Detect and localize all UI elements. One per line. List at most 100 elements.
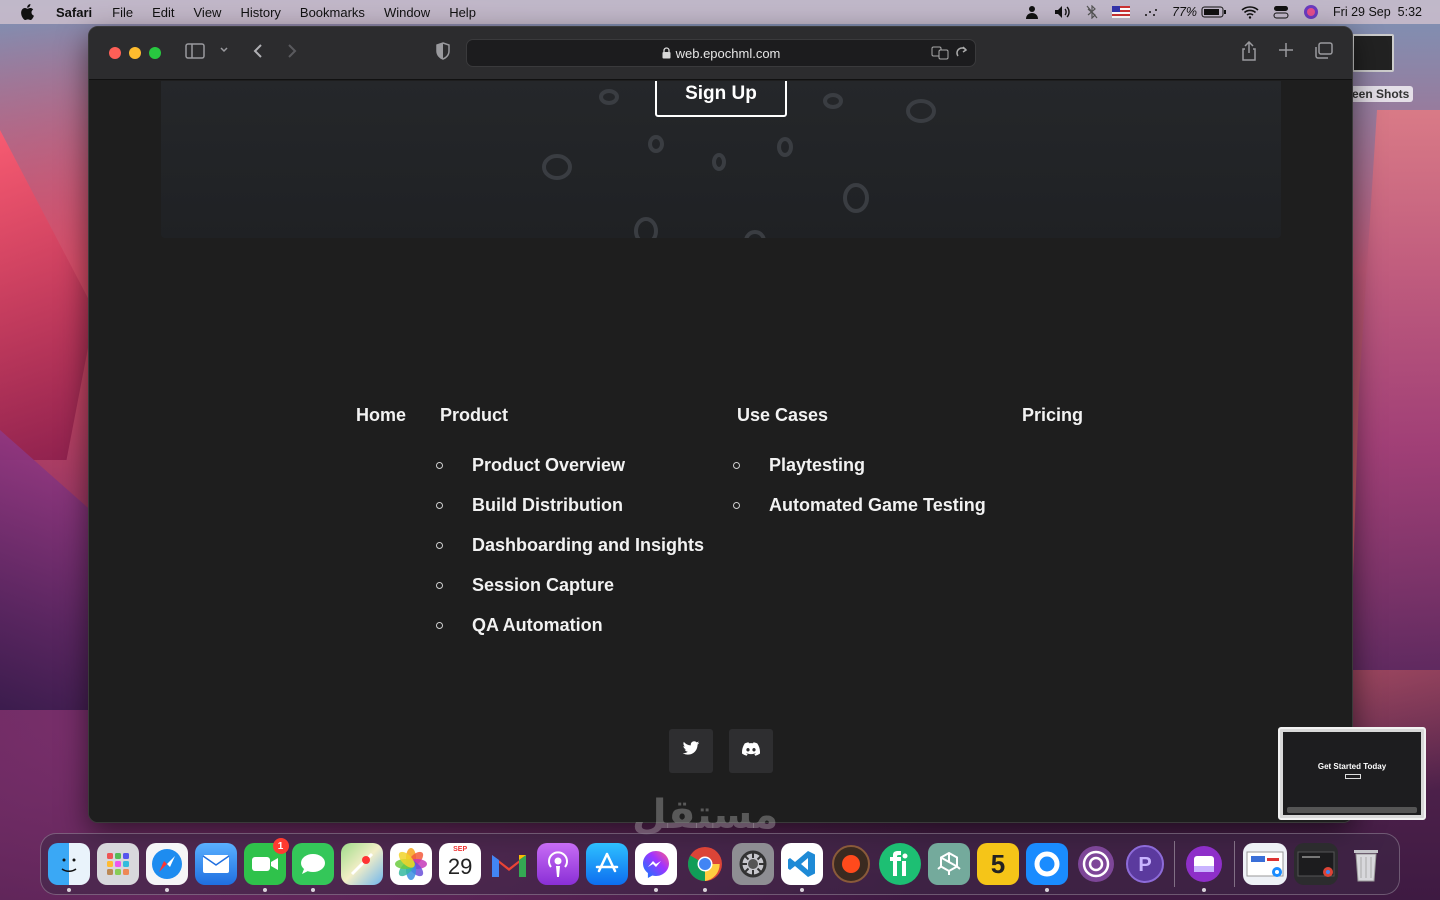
photos-icon[interactable] <box>390 843 433 885</box>
nav-session-capture-link[interactable]: Session Capture <box>472 575 614 596</box>
record-icon[interactable] <box>830 843 872 885</box>
volume-icon[interactable] <box>1054 5 1072 19</box>
share-icon[interactable] <box>1241 41 1257 61</box>
preview-dock-shape <box>1287 807 1417 813</box>
menu-help[interactable]: Help <box>449 5 476 20</box>
menu-app-name[interactable]: Safari <box>56 5 92 20</box>
chrome-icon[interactable] <box>684 843 726 892</box>
list-item: Build Distribution <box>436 485 704 525</box>
privacy-shield-icon[interactable] <box>435 42 451 60</box>
nav-dashboarding-link[interactable]: Dashboarding and Insights <box>472 535 704 556</box>
dock-separator <box>1174 841 1176 887</box>
nav-playtesting-link[interactable]: Playtesting <box>769 455 865 476</box>
menu-window[interactable]: Window <box>384 5 430 20</box>
nav-product-overview-link[interactable]: Product Overview <box>472 455 625 476</box>
menu-view[interactable]: View <box>194 5 222 20</box>
screen-app-icon[interactable] <box>1183 843 1225 892</box>
nav-col-use-cases: Use Cases Playtesting Automated Game Tes… <box>733 405 986 525</box>
messages-icon[interactable] <box>292 843 335 892</box>
minimize-window-button[interactable] <box>129 47 141 59</box>
reload-icon[interactable] <box>955 45 969 64</box>
sidebar-toggle-icon[interactable] <box>185 42 207 60</box>
list-item: QA Automation <box>436 605 704 645</box>
menu-file[interactable]: File <box>112 5 133 20</box>
apple-menu-icon[interactable] <box>20 3 38 21</box>
finder-icon[interactable] <box>48 843 90 892</box>
nav-product-heading[interactable]: Product <box>440 405 704 426</box>
twitter-button[interactable] <box>669 729 713 773</box>
bluetooth-off-icon[interactable] <box>1086 5 1098 19</box>
menu-history[interactable]: History <box>240 5 280 20</box>
bullet-icon <box>436 621 443 629</box>
menu-bar: Safari File Edit View History Bookmarks … <box>0 0 1440 24</box>
chatgpt-icon[interactable] <box>928 843 971 885</box>
sign-up-button[interactable]: Sign Up <box>655 81 787 117</box>
tab-overview-icon[interactable] <box>1314 42 1334 60</box>
downloads-stack-icon[interactable] <box>1243 843 1288 885</box>
user-icon[interactable] <box>1024 4 1040 20</box>
fiverr-icon[interactable] <box>879 843 922 885</box>
dots-icon[interactable] <box>1144 7 1158 17</box>
quick-app-icon[interactable] <box>1025 843 1068 892</box>
maps-icon[interactable] <box>341 843 384 885</box>
control-center-icon[interactable] <box>1273 5 1289 19</box>
nav-automated-game-testing-link[interactable]: Automated Game Testing <box>769 495 986 516</box>
url-text[interactable]: web.epochml.com <box>676 46 781 61</box>
desktop-screenshot-thumbnail[interactable] <box>1352 34 1394 72</box>
safari-app-icon[interactable] <box>145 843 188 892</box>
nav-qa-automation-link[interactable]: QA Automation <box>472 615 603 636</box>
close-window-button[interactable] <box>109 47 121 59</box>
wallpaper-mountain-left-lower <box>0 430 95 710</box>
launchpad-icon[interactable] <box>96 843 139 885</box>
podcasts-icon[interactable] <box>536 843 579 885</box>
bullet-icon <box>436 581 443 589</box>
nav-build-distribution-link[interactable]: Build Distribution <box>472 495 623 516</box>
tor-icon[interactable] <box>1075 843 1117 885</box>
list-item: Playtesting <box>733 445 986 485</box>
gmail-icon[interactable] <box>488 843 530 885</box>
discord-button[interactable] <box>729 729 773 773</box>
battery-percent: 77% <box>1172 5 1198 19</box>
vscode-icon[interactable] <box>781 843 824 892</box>
facetime-icon[interactable]: 1 <box>243 838 289 892</box>
window-stack-icon[interactable] <box>1294 843 1339 885</box>
us-flag-icon[interactable] <box>1112 6 1131 18</box>
calendar-icon[interactable]: SEP 29 <box>439 843 482 885</box>
discord-icon <box>742 741 761 761</box>
bullet-icon <box>733 461 740 469</box>
forward-icon[interactable] <box>285 42 299 60</box>
trash-icon[interactable] <box>1345 843 1387 885</box>
menu-bookmarks[interactable]: Bookmarks <box>300 5 365 20</box>
messenger-icon[interactable] <box>634 843 677 892</box>
siri-icon[interactable] <box>1303 4 1319 20</box>
screenshot-preview[interactable]: Get Started Today <box>1278 727 1426 820</box>
use-cases-links-list: Playtesting Automated Game Testing <box>733 445 986 525</box>
new-tab-icon[interactable] <box>1278 42 1294 58</box>
mail-icon[interactable] <box>194 843 237 885</box>
chevron-down-icon[interactable] <box>219 46 229 54</box>
calendar-day: 29 <box>447 854 473 879</box>
dock: 1 SEP 29 5 P <box>40 833 1400 895</box>
battery-icon[interactable] <box>1201 6 1227 18</box>
bullet-icon <box>436 461 443 469</box>
back-icon[interactable] <box>251 42 265 60</box>
facetime-badge: 1 <box>272 838 289 854</box>
nav-pricing-link[interactable]: Pricing <box>1022 405 1083 426</box>
app-five-icon[interactable]: 5 <box>976 843 1019 885</box>
address-bar[interactable]: web.epochml.com <box>466 39 976 67</box>
menubar-clock[interactable]: Fri 29 Sep 5:32 <box>1333 5 1422 19</box>
p-app-icon[interactable]: P <box>1124 843 1166 885</box>
screenshot-preview-image: Get Started Today <box>1283 732 1421 815</box>
nav-col-product: Product Product Overview Build Distribut… <box>436 405 704 645</box>
maximize-window-button[interactable] <box>149 47 161 59</box>
app-store-icon[interactable] <box>585 843 628 885</box>
wifi-icon[interactable] <box>1241 5 1259 19</box>
nav-home-link[interactable]: Home <box>356 405 406 426</box>
menu-edit[interactable]: Edit <box>152 5 174 20</box>
nav-use-cases-heading[interactable]: Use Cases <box>737 405 986 426</box>
translate-icon[interactable] <box>931 45 949 64</box>
nav-col-pricing: Pricing <box>1022 405 1083 426</box>
system-settings-icon[interactable] <box>732 843 775 885</box>
desktop-screenshot-label[interactable]: een Shots <box>1348 86 1414 102</box>
calendar-month: SEP <box>453 846 468 853</box>
